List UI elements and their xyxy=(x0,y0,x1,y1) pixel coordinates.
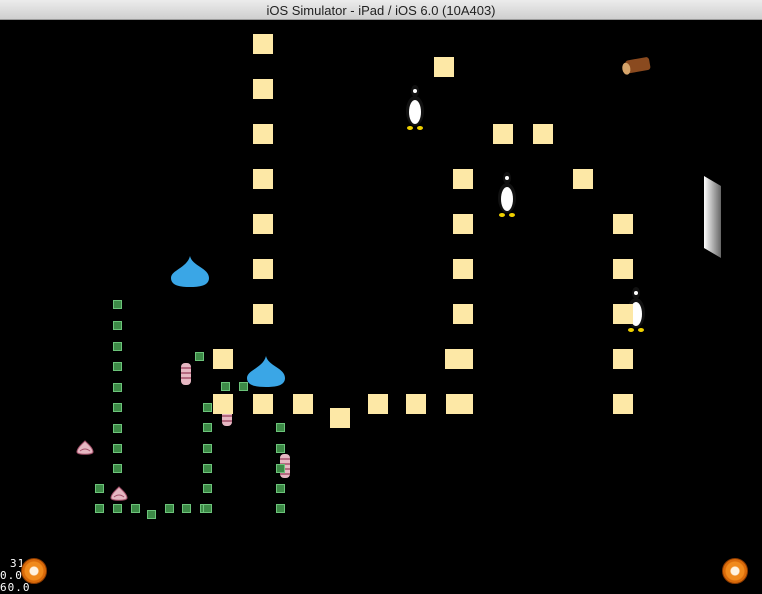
cracker-block xyxy=(213,394,233,414)
green-path-marker xyxy=(203,464,212,473)
green-path-marker xyxy=(276,444,285,453)
blue-slime-enemy xyxy=(171,256,209,287)
green-path-marker xyxy=(276,504,285,513)
cracker-block xyxy=(253,214,273,234)
green-path-marker xyxy=(113,444,122,453)
green-path-marker xyxy=(113,362,122,371)
green-path-marker xyxy=(182,504,191,513)
green-path-marker xyxy=(113,383,122,392)
green-path-marker xyxy=(113,403,122,412)
window-title: iOS Simulator - iPad / iOS 6.0 (10A403) xyxy=(266,3,496,18)
cracker-block xyxy=(368,394,388,414)
cracker-block xyxy=(613,214,633,234)
green-path-marker xyxy=(113,504,122,513)
green-path-marker xyxy=(203,484,212,493)
green-path-marker xyxy=(276,464,285,473)
cracker-block xyxy=(253,259,273,279)
exit-door xyxy=(704,176,721,258)
log-sprite xyxy=(622,57,651,75)
green-path-marker xyxy=(113,321,122,330)
penguin-sprite xyxy=(406,85,424,130)
green-path-marker xyxy=(131,504,140,513)
green-path-marker xyxy=(239,382,248,391)
green-path-marker xyxy=(147,510,156,519)
cracker-block xyxy=(613,349,633,369)
green-path-marker xyxy=(165,504,174,513)
cracker-block xyxy=(453,259,473,279)
cracker-block xyxy=(253,124,273,144)
cracker-block xyxy=(293,394,313,414)
pause-icon[interactable] xyxy=(21,558,47,584)
blue-slime-enemy xyxy=(247,356,285,387)
green-path-marker xyxy=(113,300,122,309)
cracker-block xyxy=(213,349,233,369)
cracker-block xyxy=(453,214,473,234)
cracker-block xyxy=(445,349,465,369)
green-path-marker xyxy=(203,504,212,513)
cracker-block xyxy=(253,79,273,99)
cracker-block xyxy=(253,394,273,414)
green-path-marker xyxy=(95,504,104,513)
cracker-block xyxy=(434,57,454,77)
swirl-icon[interactable] xyxy=(722,558,748,584)
cracker-block xyxy=(453,169,473,189)
green-path-marker xyxy=(113,342,122,351)
window-titlebar: iOS Simulator - iPad / iOS 6.0 (10A403) xyxy=(0,0,762,20)
penguin-sprite xyxy=(498,172,516,217)
game-canvas[interactable]: 31 0.016 60.0 xyxy=(0,20,762,594)
cracker-block xyxy=(573,169,593,189)
green-path-marker xyxy=(203,444,212,453)
cracker-block xyxy=(533,124,553,144)
pink-swirl-item xyxy=(110,486,128,501)
cracker-block xyxy=(613,394,633,414)
green-path-marker xyxy=(221,382,230,391)
green-path-marker xyxy=(113,464,122,473)
cracker-block xyxy=(406,394,426,414)
green-path-marker xyxy=(195,352,204,361)
green-path-marker xyxy=(203,403,212,412)
cracker-block xyxy=(453,394,473,414)
cracker-block xyxy=(330,408,350,428)
cracker-block xyxy=(253,169,273,189)
green-path-marker xyxy=(203,423,212,432)
green-path-marker xyxy=(113,424,122,433)
cracker-block xyxy=(453,304,473,324)
cracker-block xyxy=(253,304,273,324)
pink-wrap-item xyxy=(181,363,191,385)
pink-swirl-item xyxy=(76,440,94,455)
cracker-block xyxy=(613,259,633,279)
cracker-block xyxy=(493,124,513,144)
green-path-marker xyxy=(95,484,104,493)
cracker-block xyxy=(613,304,633,324)
cracker-block xyxy=(253,34,273,54)
green-path-marker xyxy=(276,423,285,432)
green-path-marker xyxy=(276,484,285,493)
